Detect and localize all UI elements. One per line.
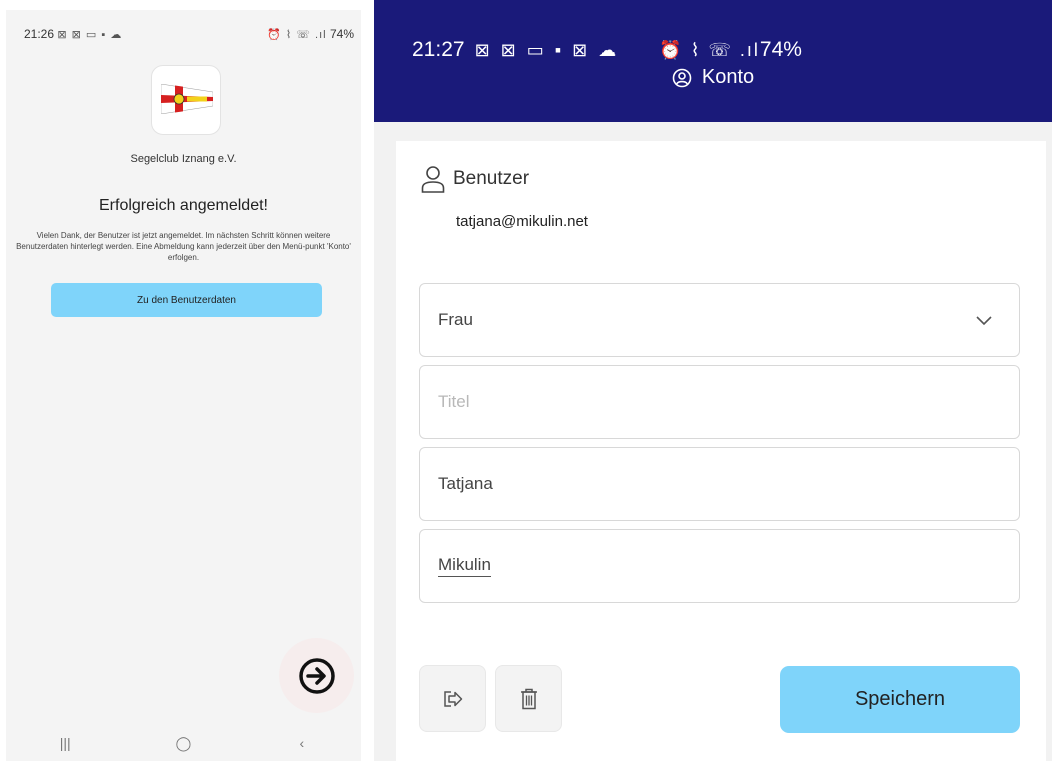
last-name-input[interactable]: Mikulin [419, 529, 1020, 603]
left-status-bar: 21:26 ⊠ ⊠ ▭ ▪ ☁ ⏰ ⌇ ☏ .ıl 74% [24, 24, 354, 44]
left-notification-icons: ⊠ ⊠ ▭ ▪ ☁ [57, 29, 123, 41]
salutation-select[interactable]: Frau [419, 283, 1020, 357]
logout-button[interactable] [419, 665, 486, 732]
to-userdata-button[interactable]: Zu den Benutzerdaten [51, 283, 322, 317]
recents-nav-icon[interactable]: ||| [35, 735, 95, 751]
logout-icon [443, 690, 462, 707]
appbar-title-text: Konto [701, 66, 755, 88]
title-placeholder: Titel [438, 392, 470, 411]
forward-fab[interactable] [279, 638, 354, 713]
delete-button[interactable] [495, 665, 562, 732]
right-status-bar: 21:27 ⊠ ⊠ ▭ ▪ ⊠ ☁ ⏰ ⌇ ☏ .ıl 74% [412, 38, 1012, 62]
login-success-message: Vielen Dank, der Benutzer ist jetzt ange… [16, 231, 351, 262]
login-success-title: Erfolgreich angemeldet! [99, 197, 268, 214]
appbar-title: Konto [374, 66, 1052, 89]
right-system-icons: ⏰ ⌇ ☏ .ıl [659, 39, 760, 60]
save-button[interactable]: Speichern [780, 666, 1020, 733]
last-name-value: Mikulin [438, 555, 491, 577]
left-android-navbar: ||| ◯ ‹ [6, 725, 361, 761]
left-status-time: 21:26 [24, 27, 55, 41]
user-icon [421, 166, 445, 193]
left-phone-screen: 21:26 ⊠ ⊠ ▭ ▪ ☁ ⏰ ⌇ ☏ .ıl 74% Segelclub … [6, 10, 361, 761]
trash-icon [520, 688, 537, 709]
user-section-header: Benutzer [421, 165, 529, 193]
right-notification-icons: ⊠ ⊠ ▭ ▪ ⊠ ☁ [474, 39, 620, 60]
home-nav-icon[interactable]: ◯ [153, 735, 213, 752]
account-circle-icon [672, 68, 692, 87]
right-battery-level: 74% [759, 38, 802, 61]
left-battery-level: 74% [329, 27, 354, 41]
first-name-input[interactable]: Tatjana [419, 447, 1020, 521]
screenshot-stage: 21:26 ⊠ ⊠ ▭ ▪ ☁ ⏰ ⌇ ☏ .ıl 74% Segelclub … [0, 0, 1052, 761]
right-status-time: 21:27 [412, 38, 465, 61]
chevron-down-icon [976, 316, 992, 326]
user-card: Benutzer tatjana@mikulin.net Frau Titel … [396, 141, 1046, 761]
right-phone-screen: 21:27 ⊠ ⊠ ▭ ▪ ⊠ ☁ ⏰ ⌇ ☏ .ıl 74% Konto Be… [374, 0, 1052, 761]
user-email: tatjana@mikulin.net [456, 213, 588, 230]
arrow-right-circle-icon [298, 657, 335, 694]
salutation-value: Frau [438, 310, 473, 329]
club-name: Segelclub Iznang e.V. [130, 153, 237, 165]
club-burgee-icon [161, 84, 213, 114]
title-input[interactable]: Titel [419, 365, 1020, 439]
user-section-title: Benutzer [453, 168, 530, 189]
account-appbar: 21:27 ⊠ ⊠ ▭ ▪ ⊠ ☁ ⏰ ⌇ ☏ .ıl 74% Konto [374, 0, 1052, 122]
first-name-value: Tatjana [438, 474, 493, 493]
back-nav-icon[interactable]: ‹ [272, 735, 332, 751]
left-system-icons: ⏰ ⌇ ☏ .ıl [267, 29, 327, 41]
club-logo [151, 65, 221, 135]
